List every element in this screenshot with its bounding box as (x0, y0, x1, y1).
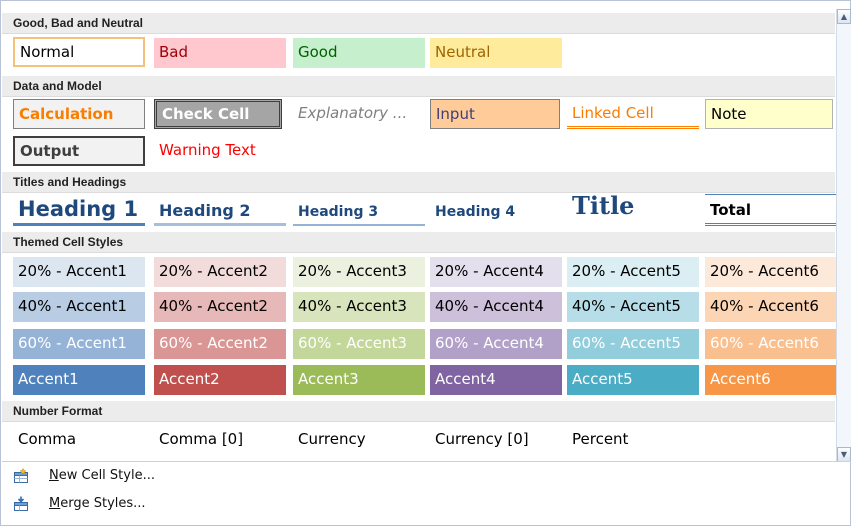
style-warning-text[interactable]: Warning Text (154, 136, 286, 166)
style-comma[interactable]: Comma (13, 425, 145, 455)
style-comma-0[interactable]: Comma [0] (154, 425, 286, 455)
section-header-titles-headings: Titles and Headings (2, 172, 835, 193)
style-note[interactable]: Note (705, 99, 833, 129)
style-neutral[interactable]: Neutral (430, 38, 562, 68)
style-heading-3[interactable]: Heading 3 (293, 194, 425, 226)
new-cell-style-icon (13, 467, 29, 484)
style-accent2[interactable]: Accent2 (154, 365, 286, 395)
style-heading-1[interactable]: Heading 1 (13, 194, 145, 226)
new-cell-style-menu-item[interactable]: New Cell Style... (2, 464, 851, 490)
style-40-accent3[interactable]: 40% - Accent3 (293, 292, 425, 322)
style-accent5[interactable]: Accent5 (567, 365, 699, 395)
style-40-accent2[interactable]: 40% - Accent2 (154, 292, 286, 322)
style-20-accent1[interactable]: 20% - Accent1 (13, 257, 145, 287)
style-40-accent6[interactable]: 40% - Accent6 (705, 292, 837, 322)
style-currency[interactable]: Currency (293, 425, 425, 455)
style-20-accent4[interactable]: 20% - Accent4 (430, 257, 562, 287)
style-explanatory[interactable]: Explanatory ... (293, 99, 425, 129)
style-title[interactable]: Title (567, 189, 699, 225)
style-40-accent5[interactable]: 40% - Accent5 (567, 292, 699, 322)
section-header-themed-cell-styles: Themed Cell Styles (2, 232, 835, 253)
style-good[interactable]: Good (293, 38, 425, 68)
style-bad[interactable]: Bad (154, 38, 286, 68)
section-header-number-format: Number Format (2, 401, 835, 422)
style-heading-2[interactable]: Heading 2 (154, 194, 286, 226)
style-check-cell[interactable]: Check Cell (154, 99, 282, 129)
style-accent4[interactable]: Accent4 (430, 365, 562, 395)
style-accent3[interactable]: Accent3 (293, 365, 425, 395)
style-total[interactable]: Total (705, 194, 837, 226)
new-cell-style-label: New Cell Style... (49, 468, 155, 483)
style-60-accent2[interactable]: 60% - Accent2 (154, 329, 286, 359)
style-percent[interactable]: Percent (567, 425, 699, 455)
style-60-accent1[interactable]: 60% - Accent1 (13, 329, 145, 359)
merge-styles-label: Merge Styles... (49, 496, 146, 511)
style-accent6[interactable]: Accent6 (705, 365, 837, 395)
style-60-accent6[interactable]: 60% - Accent6 (705, 329, 837, 359)
style-calculation[interactable]: Calculation (13, 99, 145, 129)
style-output[interactable]: Output (13, 136, 145, 166)
merge-styles-menu-item[interactable]: Merge Styles... (2, 492, 851, 518)
style-normal[interactable]: Normal (13, 37, 145, 67)
style-60-accent4[interactable]: 60% - Accent4 (430, 329, 562, 359)
style-20-accent5[interactable]: 20% - Accent5 (567, 257, 699, 287)
section-header-data-model: Data and Model (2, 76, 835, 97)
cell-styles-gallery: Good, Bad and Neutral Normal Bad Good Ne… (0, 0, 851, 526)
style-40-accent1[interactable]: 40% - Accent1 (13, 292, 145, 322)
style-currency-0[interactable]: Currency [0] (430, 425, 562, 455)
menu-divider (2, 461, 851, 462)
style-20-accent6[interactable]: 20% - Accent6 (705, 257, 837, 287)
gallery-scrollbar[interactable]: ▲ ▼ (836, 9, 851, 462)
merge-styles-icon (13, 496, 29, 512)
scroll-down-icon[interactable]: ▼ (837, 447, 851, 462)
style-accent1[interactable]: Accent1 (13, 365, 145, 395)
style-input[interactable]: Input (430, 99, 560, 129)
style-60-accent5[interactable]: 60% - Accent5 (567, 329, 699, 359)
style-60-accent3[interactable]: 60% - Accent3 (293, 329, 425, 359)
style-20-accent2[interactable]: 20% - Accent2 (154, 257, 286, 287)
style-linked-cell[interactable]: Linked Cell (567, 99, 699, 129)
style-20-accent3[interactable]: 20% - Accent3 (293, 257, 425, 287)
section-header-good-bad-neutral: Good, Bad and Neutral (2, 13, 835, 34)
style-40-accent4[interactable]: 40% - Accent4 (430, 292, 562, 322)
scroll-up-icon[interactable]: ▲ (837, 9, 851, 24)
style-heading-4[interactable]: Heading 4 (430, 194, 562, 226)
